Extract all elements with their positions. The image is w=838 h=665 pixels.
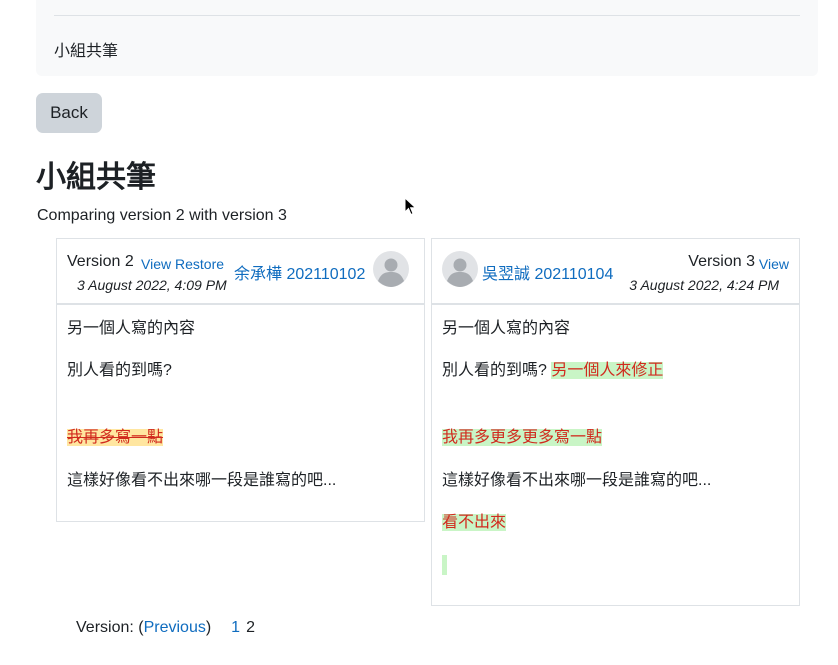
previous-version-link[interactable]: Previous	[144, 619, 206, 636]
page-title: 小組共筆	[36, 161, 156, 194]
breadcrumb-card: 小組共筆	[36, 0, 818, 76]
version-3-date: 3 August 2022, 4:24 PM	[629, 277, 779, 293]
version-2-restore-link[interactable]: Restore	[175, 256, 224, 272]
version-2-label: Version 2	[67, 253, 134, 270]
paragraph: 這樣好像看不出來哪一段是誰寫的吧...	[67, 472, 337, 489]
deleted-paragraph: 我再多寫一點	[67, 428, 164, 448]
avatar-icon[interactable]	[442, 251, 478, 287]
mouse-cursor-icon	[404, 197, 417, 216]
paragraph-with-insertion: 別人看的到嗎? 另一個人來修正	[442, 361, 664, 381]
pager-suffix: )	[205, 619, 212, 636]
version-3-view-link[interactable]: View	[759, 256, 789, 272]
version-2-date: 3 August 2022, 4:09 PM	[77, 277, 227, 293]
version-3-header: 吳翌誠 202110104 Version 3 View 3 August 20…	[432, 239, 799, 305]
divider	[54, 15, 800, 16]
breadcrumb-current: 小組共筆	[54, 43, 119, 60]
current-version-2: 2	[246, 619, 255, 636]
version-3-label: Version 3	[688, 253, 755, 270]
paragraph-text: 別人看的到嗎?	[442, 362, 547, 379]
paragraph: 別人看的到嗎?	[67, 362, 172, 379]
version-2-view-link[interactable]: View	[141, 256, 171, 272]
version-2-column: Version 2 View Restore 余承樺 202110102 3 A…	[56, 238, 425, 522]
inserted-text: 另一個人來修正	[551, 362, 664, 379]
inserted-empty-paragraph	[442, 555, 447, 575]
inserted-paragraph: 看不出來	[442, 513, 507, 533]
comparison-subtitle: Comparing version 2 with version 3	[37, 207, 287, 224]
deleted-text: 我再多寫一點	[67, 429, 164, 446]
inserted-paragraph: 我再多更多更多寫一點	[442, 428, 603, 448]
version-pager: Version: (Previous) 1 2	[76, 619, 255, 637]
avatar-icon[interactable]	[373, 251, 409, 287]
inserted-text: 看不出來	[442, 514, 507, 531]
paragraph: 另一個人寫的內容	[442, 320, 571, 337]
back-button[interactable]: Back	[36, 93, 102, 133]
version-2-author-link[interactable]: 余承樺 202110102	[234, 260, 365, 284]
paragraph: 這樣好像看不出來哪一段是誰寫的吧...	[442, 472, 712, 489]
pager-prefix: Version: (	[76, 619, 144, 636]
paragraph: 另一個人寫的內容	[67, 320, 196, 337]
version-2-header: Version 2 View Restore 余承樺 202110102 3 A…	[57, 239, 424, 305]
version-3-author-link[interactable]: 吳翌誠 202110104	[482, 260, 613, 284]
inserted-text: 我再多更多更多寫一點	[442, 429, 603, 446]
version-3-column: 吳翌誠 202110104 Version 3 View 3 August 20…	[431, 238, 800, 606]
version-1-link[interactable]: 1	[231, 619, 240, 636]
